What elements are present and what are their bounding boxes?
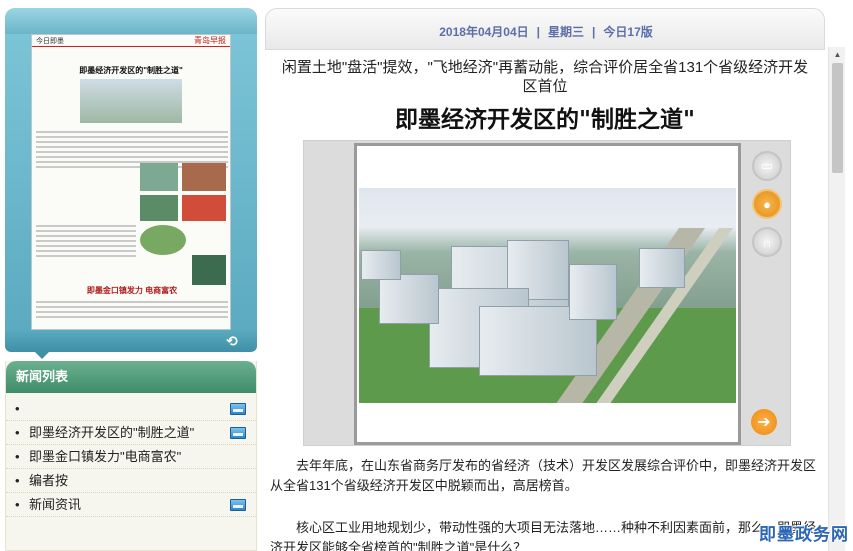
bullet: • bbox=[15, 401, 20, 416]
news-list-item[interactable]: • 编者按 bbox=[6, 469, 256, 493]
thumbnail-headline[interactable]: 即墨经济开发区的"制胜之道" bbox=[32, 65, 230, 76]
article: 闲置土地"盘活"提效，"飞地经济"再蓄动能，综合评价居全省131个省级经济开发区… bbox=[270, 54, 820, 551]
date-line: 2018年04月04日 | 星期三 | 今日17版 bbox=[266, 23, 826, 40]
thumbnail-photo bbox=[140, 195, 178, 221]
thumbnail-pointer bbox=[35, 352, 49, 359]
bullet: • bbox=[15, 473, 20, 488]
news-list-item[interactable]: • 即墨金口镇发力"电商富农" bbox=[6, 445, 256, 469]
news-list: • • 即墨经济开发区的"制胜之道" • 即墨金口镇发力"电商富农" • 编者按 bbox=[6, 393, 256, 517]
newspaper-page-thumbnail[interactable]: 今日即墨 青岛早报 即墨经济开发区的"制胜之道" 即墨金口镇发力 电商富农 bbox=[31, 34, 231, 330]
article-paragraph: 去年年底，在山东省商务厅发布的省经济（技术）开发区发展综合评价中，即墨经济开发区… bbox=[270, 458, 817, 493]
issue-date: 2018年04月04日 bbox=[439, 25, 529, 39]
news-list-panel: 新闻列表 • • 即墨经济开发区的"制胜之道" • 即墨金口镇发力"电商富农" bbox=[5, 361, 257, 551]
image-icon bbox=[230, 499, 246, 511]
thumbnail-photo bbox=[182, 195, 226, 221]
news-list-header: 新闻列表 bbox=[6, 361, 256, 393]
news-list-item[interactable]: • bbox=[6, 397, 256, 421]
thumbnail-toolbar: ⟲ bbox=[5, 330, 257, 352]
news-list-title: 新闻列表 bbox=[16, 370, 69, 385]
person-icon[interactable]: ● bbox=[752, 189, 782, 219]
thumbnail-masthead: 青岛早报 bbox=[194, 36, 226, 45]
thumbnail-photo bbox=[182, 163, 226, 191]
article-headline: 即墨经济开发区的"制胜之道" bbox=[395, 107, 695, 133]
news-list-item[interactable]: • 即墨经济开发区的"制胜之道" bbox=[6, 421, 256, 445]
page: 今日即墨 青岛早报 即墨经济开发区的"制胜之道" 即墨金口镇发力 电商富农 ⟲ … bbox=[0, 0, 853, 551]
page-thumbnail-panel: 今日即墨 青岛早报 即墨经济开发区的"制胜之道" 即墨金口镇发力 电商富农 ⟲ bbox=[5, 8, 257, 352]
refresh-icon[interactable]: ⟲ bbox=[221, 333, 243, 349]
thumbnail-photo bbox=[140, 163, 178, 191]
thumbnail-photo bbox=[140, 225, 186, 255]
date-bar: 2018年04月04日 | 星期三 | 今日17版 bbox=[265, 8, 825, 50]
bullet: • bbox=[15, 425, 20, 440]
issue-edition[interactable]: 今日17版 bbox=[603, 25, 652, 39]
scroll-up-arrow-icon[interactable]: ▲ bbox=[829, 47, 846, 63]
vertical-scrollbar[interactable]: ▲ bbox=[828, 47, 845, 551]
article-paragraph: 核心区工业用地规划少，带动性强的大项目无法落地……种种不利因素面前，那么，即墨经… bbox=[270, 520, 817, 551]
site-watermark: 即墨政务网 bbox=[759, 525, 849, 545]
news-item-label[interactable]: 即墨金口镇发力"电商富农" bbox=[29, 449, 181, 464]
separator: | bbox=[536, 25, 541, 39]
article-photo[interactable] bbox=[359, 188, 736, 403]
separator: | bbox=[592, 25, 596, 39]
thumbnail-top-strip bbox=[5, 8, 257, 34]
bullet: • bbox=[15, 497, 20, 512]
thumbnail-photo bbox=[192, 255, 226, 285]
thumbnail-photo bbox=[80, 79, 182, 123]
thumbnail-header: 今日即墨 青岛早报 bbox=[32, 35, 230, 47]
thumbnail-footer-headline[interactable]: 即墨金口镇发力 电商富农 bbox=[32, 285, 230, 296]
photo-frame bbox=[354, 143, 741, 445]
scroll-thumb[interactable] bbox=[832, 63, 843, 173]
thumbnail-page-label: 今日即墨 bbox=[36, 37, 64, 45]
photo-viewer: ▭ ● ∩ ➔ bbox=[303, 140, 791, 446]
bullet: • bbox=[15, 449, 20, 464]
issue-weekday: 星期三 bbox=[548, 25, 585, 39]
audio-icon[interactable]: ∩ bbox=[752, 227, 782, 257]
left-panel: 今日即墨 青岛早报 即墨经济开发区的"制胜之道" 即墨金口镇发力 电商富农 ⟲ … bbox=[5, 8, 257, 551]
video-icon[interactable]: ▭ bbox=[752, 151, 782, 181]
news-item-label[interactable]: 新闻资讯 bbox=[29, 497, 81, 512]
image-icon bbox=[230, 403, 246, 415]
article-panel: 2018年04月04日 | 星期三 | 今日17版 闲置土地"盘活"提效，"飞地经济"再… bbox=[265, 0, 853, 551]
thumbnail-text-block bbox=[36, 301, 228, 321]
next-photo-button[interactable]: ➔ bbox=[751, 409, 777, 435]
image-icon bbox=[230, 427, 246, 439]
news-item-label[interactable]: 即墨经济开发区的"制胜之道" bbox=[29, 425, 194, 440]
news-list-item[interactable]: • 新闻资讯 bbox=[6, 493, 256, 517]
thumbnail-text-block bbox=[36, 225, 136, 260]
news-item-label[interactable]: 编者按 bbox=[29, 473, 68, 488]
article-subtitle: 闲置土地"盘活"提效，"飞地经济"再蓄动能，综合评价居全省131个省级经济开发区… bbox=[281, 59, 809, 95]
